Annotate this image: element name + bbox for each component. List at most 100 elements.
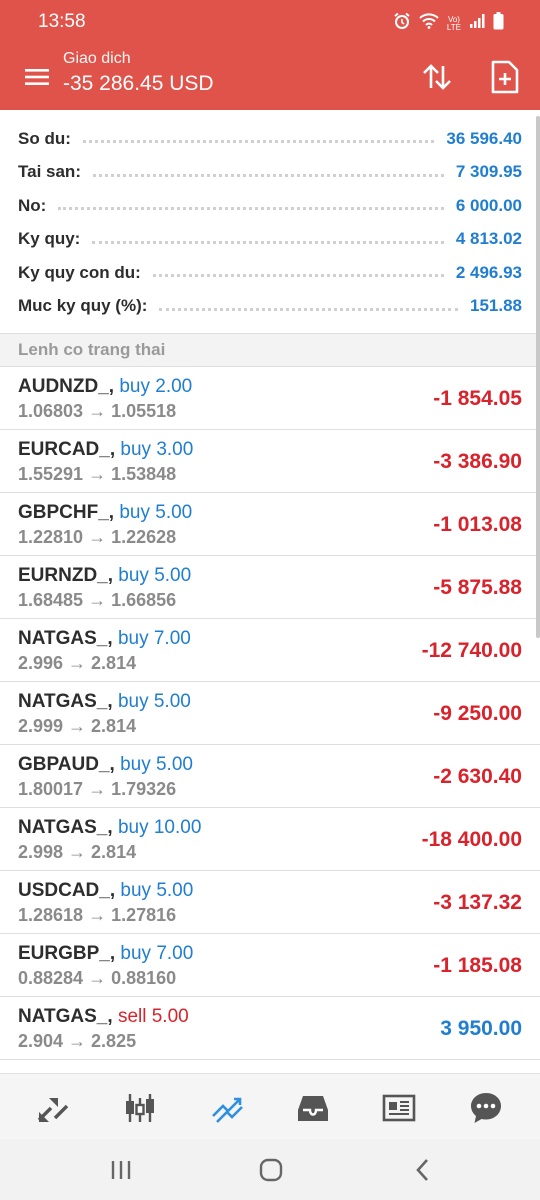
summary-value: 36 596.40 <box>446 128 522 148</box>
positions-list: AUDNZD_, buy 2.00 1.06803 → 1.05518 -1 8… <box>0 367 540 1060</box>
summary-row-balance: So du: 36 596.40 <box>18 122 522 155</box>
nav-news[interactable] <box>377 1086 421 1130</box>
position-row[interactable]: USDCAD_, buy 5.00 1.28618 → 1.27816 -3 1… <box>0 871 540 934</box>
chat-icon <box>471 1093 501 1123</box>
position-row[interactable]: NATGAS_, buy 7.00 2.996 → 2.814 -12 740.… <box>0 619 540 682</box>
summary-label: Ky quy: <box>18 229 81 248</box>
home-button[interactable] <box>256 1155 286 1185</box>
leader-dots <box>159 307 458 311</box>
position-row[interactable]: NATGAS_, sell 5.00 2.904 → 2.825 3 950.0… <box>0 997 540 1060</box>
nav-trade[interactable] <box>205 1086 249 1130</box>
positions-section-header: Lenh co trang thai <box>0 334 540 367</box>
position-row[interactable]: EURCAD_, buy 3.00 1.55291 → 1.53848 -3 3… <box>0 430 540 493</box>
app-bar: Giao dich -35 286.45 USD <box>0 44 540 110</box>
summary-value: 4 813.02 <box>455 229 522 248</box>
position-side: buy 5.00 <box>120 880 194 901</box>
news-icon <box>382 1094 416 1122</box>
position-symbol: NATGAS_, <box>18 1006 113 1027</box>
position-row[interactable]: EURGBP_, buy 7.00 0.88284 → 0.88160 -1 1… <box>0 934 540 997</box>
recent-apps-icon <box>111 1161 131 1179</box>
position-row[interactable]: GBPAUD_, buy 5.00 1.80017 → 1.79326 -2 6… <box>0 745 540 808</box>
position-side: buy 5.00 <box>117 691 191 712</box>
summary-value: 2 496.93 <box>455 262 522 282</box>
position-profit: -2 630.40 <box>433 765 522 788</box>
status-time: 13:58 <box>38 11 86 32</box>
summary-label: No: <box>18 195 47 215</box>
alarm-icon <box>393 12 411 35</box>
position-profit: -18 400.00 <box>421 828 522 851</box>
position-side: buy 10.00 <box>117 817 202 838</box>
position-symbol: NATGAS_, <box>18 817 113 838</box>
position-symbol: EURCAD_, <box>18 439 116 460</box>
recent-apps-button[interactable] <box>106 1155 136 1185</box>
position-row[interactable]: NATGAS_, buy 10.00 2.998 → 2.814 -18 400… <box>0 808 540 871</box>
position-row[interactable]: GBPCHF_, buy 5.00 1.22810 → 1.22628 -1 0… <box>0 493 540 556</box>
app-bar-titles: Giao dich -35 286.45 USD <box>63 50 214 96</box>
system-navigation <box>0 1139 540 1200</box>
position-row[interactable]: NATGAS_, buy 5.00 2.999 → 2.814 -9 250.0… <box>0 682 540 745</box>
volte-icon: Vo) LTE <box>446 15 461 32</box>
sort-button[interactable] <box>420 60 454 94</box>
position-prices: 0.88284 → 0.88160 <box>18 968 177 988</box>
position-prices: 1.28618 → 1.27816 <box>18 905 177 925</box>
scrollbar[interactable] <box>536 116 540 638</box>
back-chevron-icon <box>416 1159 428 1181</box>
leader-dots <box>92 240 444 244</box>
nav-chart[interactable] <box>118 1086 162 1130</box>
position-profit: -3 137.32 <box>433 891 522 914</box>
leader-dots <box>58 207 444 210</box>
total-profit: -35 286.45 USD <box>63 72 214 95</box>
nav-chat[interactable] <box>464 1086 508 1130</box>
summary-row-equity: Tai san: 7 309.95 <box>18 156 522 189</box>
nav-quotes[interactable] <box>31 1086 75 1130</box>
position-symbol: AUDNZD_, <box>18 376 115 397</box>
position-profit: -1 854.05 <box>433 387 522 410</box>
position-row[interactable]: EURNZD_, buy 5.00 1.68485 → 1.66856 -5 8… <box>0 556 540 619</box>
leader-dots <box>92 173 444 177</box>
position-side: buy 7.00 <box>120 943 194 964</box>
page-title: Giao dich <box>63 50 131 67</box>
position-prices: 2.998 → 2.814 <box>18 842 137 862</box>
position-profit: -3 386.90 <box>433 450 522 473</box>
position-side: buy 5.00 <box>119 502 193 523</box>
position-symbol: GBPAUD_, <box>18 754 115 775</box>
wifi-icon <box>419 13 439 34</box>
volte-bottom-label: LTE <box>446 22 461 32</box>
summary-label: Ky quy con du: <box>18 262 141 282</box>
position-profit: 3 950.00 <box>440 1017 522 1040</box>
position-profit: -1 185.08 <box>433 954 522 977</box>
position-side: buy 2.00 <box>119 376 193 397</box>
position-symbol: EURGBP_, <box>18 943 116 964</box>
menu-button[interactable] <box>22 62 52 92</box>
account-summary: So du: 36 596.40 Tai san: 7 309.95 No: 6 00… <box>0 110 540 334</box>
position-profit: -5 875.88 <box>433 576 522 599</box>
summary-label: Tai san: <box>18 162 81 181</box>
position-profit: -9 250.00 <box>433 702 522 725</box>
trade-icon <box>212 1097 243 1123</box>
position-prices: 1.80017 → 1.79326 <box>18 779 177 799</box>
nav-history[interactable] <box>291 1086 335 1130</box>
position-side: buy 7.00 <box>117 628 191 649</box>
new-order-button[interactable] <box>489 59 521 95</box>
summary-value: 6 000.00 <box>455 195 522 215</box>
position-side: sell 5.00 <box>117 1006 189 1027</box>
position-row[interactable]: AUDNZD_, buy 2.00 1.06803 → 1.05518 -1 8… <box>0 367 540 430</box>
back-button[interactable] <box>408 1155 438 1185</box>
summary-row-margin: Ky quy: 4 813.02 <box>18 223 522 256</box>
system-icons: Vo) LTE <box>393 12 504 35</box>
sort-arrows-icon <box>423 64 451 90</box>
position-symbol: EURNZD_, <box>18 565 114 586</box>
position-symbol: NATGAS_, <box>18 628 113 649</box>
leader-dots <box>152 274 444 277</box>
position-profit: -12 740.00 <box>421 639 522 662</box>
home-icon <box>259 1158 283 1182</box>
position-symbol: NATGAS_, <box>18 691 113 712</box>
bottom-navigation <box>0 1073 540 1139</box>
summary-row-credit: No: 6 000.00 <box>18 189 522 222</box>
add-document-icon <box>491 60 519 94</box>
position-side: buy 5.00 <box>118 565 192 586</box>
summary-label: Muc ky quy (%): <box>18 296 148 315</box>
position-prices: 1.22810 → 1.22628 <box>18 527 177 547</box>
position-prices: 1.06803 → 1.05518 <box>18 401 177 421</box>
summary-value: 151.88 <box>470 296 522 315</box>
